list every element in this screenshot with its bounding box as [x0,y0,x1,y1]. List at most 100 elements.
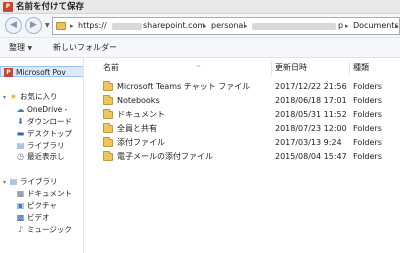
table-row[interactable]: 全員と共有 2018/07/23 12:00 Folders [85,122,400,136]
sidebar-item-desktop[interactable]: ▬ デスクトップ [0,128,83,139]
column-header-label: 更新日時 [275,63,307,72]
documents-icon: ▦ [16,189,25,198]
file-modified: 2018/07/23 12:00 [275,124,347,133]
folder-icon [103,95,113,105]
folder-icon [103,137,113,147]
breadcrumb-separator[interactable]: ▸ [244,21,248,31]
breadcrumb-documents[interactable]: Documents [353,20,399,32]
cloud-icon: ☁ [16,105,25,114]
file-type: Folders [353,82,382,91]
file-name: Notebooks [117,96,160,105]
column-header-label: 名前 [103,63,119,72]
breadcrumb-host[interactable]: sharepoint.com [143,20,205,32]
forward-arrow-icon: ▶ [30,20,37,30]
sidebar-item-label: ミュージック [27,225,72,234]
command-bar: 整理 ▼ 新しいフォルダー [0,38,400,58]
powerpoint-icon: P [4,68,13,77]
powerpoint-app-icon: P [3,2,13,12]
file-type: Folders [353,152,382,161]
breadcrumb-segment[interactable]: p [338,20,343,32]
breadcrumb-separator[interactable]: ▸ [70,21,74,31]
sidebar-item-label: ライブラリ [27,141,65,150]
sidebar-item-label: ダウンロード [27,117,72,126]
file-name: 電子メールの添付ファイル [117,152,213,161]
redacted-text [252,23,336,30]
column-header-modified[interactable]: 更新日時 [275,61,345,75]
navigation-bar: ◀ ▶ ▼ ▸ https:// sharepoint.com ▸ person… [0,14,400,38]
file-modified: 2017/12/22 21:56 [275,82,347,91]
navigation-pane: P Microsoft Pov ▾ ★ お気に入り ☁ OneDrive - ⬇… [0,58,84,253]
library-icon: ▤ [9,177,18,186]
table-row[interactable]: Microsoft Teams チャット ファイル 2017/12/22 21:… [85,80,400,94]
sidebar-item-documents[interactable]: ▦ ドキュメント [0,188,83,199]
sidebar-item-label: デスクトップ [27,129,72,138]
file-name: 全員と共有 [117,124,157,133]
folder-icon [103,81,113,91]
sidebar-item-recent[interactable]: ◷ 最近表示し [0,151,83,162]
recent-locations-dropdown[interactable]: ▼ [45,22,50,29]
library-icon: ▤ [16,141,25,150]
breadcrumb-separator[interactable]: ▸ [395,21,399,31]
desktop-icon: ▬ [16,129,25,138]
column-divider[interactable] [271,61,272,75]
sidebar-item-library[interactable]: ▤ ライブラリ [0,140,83,151]
breadcrumb-personal[interactable]: personal [211,20,246,32]
folder-icon [56,22,66,30]
file-name: Microsoft Teams チャット ファイル [117,82,251,91]
organize-button[interactable]: 整理 ▼ [9,42,32,55]
file-type: Folders [353,110,382,119]
column-header-label: 種類 [353,63,369,72]
sidebar-item-label: 最近表示し [27,152,65,161]
sidebar-item-onedrive[interactable]: ☁ OneDrive - [0,104,83,115]
folder-icon [103,109,113,119]
new-folder-label: 新しいフォルダー [53,43,117,52]
breadcrumb-separator[interactable]: ▸ [345,21,349,31]
sidebar-item-libraries[interactable]: ▤ ライブラリ [0,176,83,187]
sidebar-item-label: ライブラリ [20,177,58,186]
sort-caret-icon: ^ [196,65,202,72]
file-name: ドキュメント [117,110,165,119]
sidebar-item-label: Microsoft Pov [16,68,66,77]
file-modified: 2018/06/18 17:01 [275,96,347,105]
file-list: 名前 ^ 更新日時 種類 Microsoft Teams チャット ファイル 2… [85,58,400,253]
sidebar-item-pictures[interactable]: ▣ ピクチャ [0,200,83,211]
organize-dropdown-icon: ▼ [27,45,33,52]
table-row[interactable]: ドキュメント 2018/05/31 11:52 Folders [85,108,400,122]
forward-button[interactable]: ▶ [25,17,42,34]
sidebar-item-downloads[interactable]: ⬇ ダウンロード [0,116,83,127]
breadcrumb-prefix[interactable]: https:// [78,20,107,32]
star-icon: ★ [9,92,18,101]
sidebar-item-label: お気に入り [20,92,58,101]
redacted-text [112,23,142,30]
table-row[interactable]: 添付ファイル 2017/03/13 9:24 Folders [85,136,400,150]
video-icon: ▩ [16,213,25,222]
sidebar-item-videos[interactable]: ▩ ビデオ [0,212,83,223]
download-folder-icon: ⬇ [17,117,24,126]
sidebar-item-favorites[interactable]: ★ お気に入り [0,91,83,102]
file-type: Folders [353,124,382,133]
column-header-type[interactable]: 種類 [353,61,398,75]
column-header-name[interactable]: 名前 ^ [103,61,271,75]
table-row[interactable]: 電子メールの添付ファイル 2015/08/04 15:47 Folders [85,150,400,164]
file-modified: 2017/03/13 9:24 [275,138,342,147]
sidebar-item-label: ドキュメント [27,189,72,198]
file-name: 添付ファイル [117,138,165,147]
file-type: Folders [353,138,382,147]
pictures-icon: ▣ [16,201,25,210]
sidebar-item-powerpoint[interactable]: P Microsoft Pov [0,66,83,77]
table-row[interactable]: Notebooks 2018/06/18 17:01 Folders [85,94,400,108]
sidebar-item-music[interactable]: ♪ ミュージック [0,224,83,235]
title-bar: P 名前を付けて保存 [0,0,400,14]
back-button[interactable]: ◀ [5,17,22,34]
new-folder-button[interactable]: 新しいフォルダー [53,42,117,54]
column-divider[interactable] [349,61,350,75]
organize-label: 整理 [9,43,25,52]
music-icon: ♪ [17,225,24,234]
file-type: Folders [353,96,382,105]
sidebar-item-label: OneDrive - [27,105,68,114]
breadcrumb-separator[interactable]: ▸ [203,21,207,31]
recent-icon: ◷ [17,152,24,161]
dialog-title: 名前を付けて保存 [16,2,85,12]
address-bar[interactable]: ▸ https:// sharepoint.com ▸ personal ▸ p… [52,17,400,35]
sidebar-item-label: ビデオ [27,213,50,222]
